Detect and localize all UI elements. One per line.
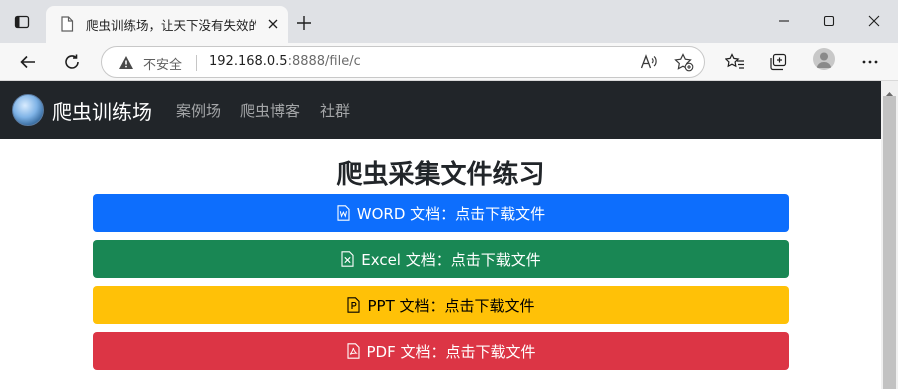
file-pdf-icon xyxy=(346,343,360,359)
page-icon xyxy=(60,16,76,32)
nav-link-blog[interactable]: 爬虫博客 xyxy=(240,100,300,121)
new-tab-icon[interactable] xyxy=(294,13,314,33)
url-path: :8888/file/c xyxy=(287,54,361,69)
maximize-icon[interactable] xyxy=(817,10,841,32)
site-brand[interactable]: 爬虫训练场 xyxy=(52,96,152,125)
download-ppt-button[interactable]: PPT 文档：点击下载文件 xyxy=(93,286,789,324)
page-title: 爬虫采集文件练习 xyxy=(336,160,545,190)
web-page: 爬虫训练场 案例场 爬虫博客 社群 爬虫采集文件练习 WORD 文档：点击下载文… xyxy=(0,81,881,389)
site-navbar: 爬虫训练场 案例场 爬虫博客 社群 xyxy=(0,81,881,139)
vertical-scrollbar[interactable] xyxy=(881,81,898,389)
download-pdf-button[interactable]: PDF 文档：点击下载文件 xyxy=(93,332,789,370)
url-text[interactable]: 192.168.0.5:8888/file/c xyxy=(209,54,361,69)
refresh-icon[interactable] xyxy=(59,49,85,75)
close-tab-icon[interactable] xyxy=(264,15,282,33)
collections-icon[interactable] xyxy=(766,49,792,75)
profile-avatar[interactable] xyxy=(813,48,835,70)
file-word-icon xyxy=(337,205,350,221)
tab-title: 爬虫训练场，让天下没有失效的爬虫 xyxy=(86,18,256,33)
nav-link-cases[interactable]: 案例场 xyxy=(176,100,221,121)
tab-strip: 爬虫训练场，让天下没有失效的爬虫 xyxy=(0,0,898,43)
security-label[interactable]: 不安全 xyxy=(143,54,182,73)
file-excel-icon xyxy=(341,251,354,267)
address-bar[interactable]: 不安全 192.168.0.5:8888/file/c xyxy=(101,46,705,78)
url-host: 192.168.0.5 xyxy=(209,54,288,69)
back-icon[interactable] xyxy=(15,49,41,75)
close-window-icon[interactable] xyxy=(862,10,886,32)
download-ppt-label: PPT 文档：点击下载文件 xyxy=(367,296,535,315)
download-word-button[interactable]: WORD 文档：点击下载文件 xyxy=(93,194,789,232)
site-logo[interactable] xyxy=(12,94,44,126)
scrollbar-thumb[interactable] xyxy=(883,96,896,389)
download-pdf-label: PDF 文档：点击下载文件 xyxy=(366,342,536,361)
download-excel-button[interactable]: Excel 文档：点击下载文件 xyxy=(93,240,789,278)
favorites-icon[interactable] xyxy=(722,49,748,75)
tab-actions-icon[interactable] xyxy=(12,12,32,32)
active-tab[interactable]: 爬虫训练场，让天下没有失效的爬虫 xyxy=(46,6,288,43)
add-favorite-icon[interactable] xyxy=(674,53,694,76)
nav-link-community[interactable]: 社群 xyxy=(320,100,350,121)
read-aloud-icon[interactable] xyxy=(640,54,658,74)
file-ppt-icon xyxy=(347,297,361,313)
warning-icon[interactable] xyxy=(118,55,134,74)
download-excel-label: Excel 文档：点击下载文件 xyxy=(361,250,541,269)
browser-toolbar: 不安全 192.168.0.5:8888/file/c xyxy=(0,43,898,81)
divider xyxy=(196,55,197,71)
minimize-icon[interactable] xyxy=(772,10,796,32)
download-word-label: WORD 文档：点击下载文件 xyxy=(356,204,546,223)
more-options-icon[interactable] xyxy=(857,49,883,75)
